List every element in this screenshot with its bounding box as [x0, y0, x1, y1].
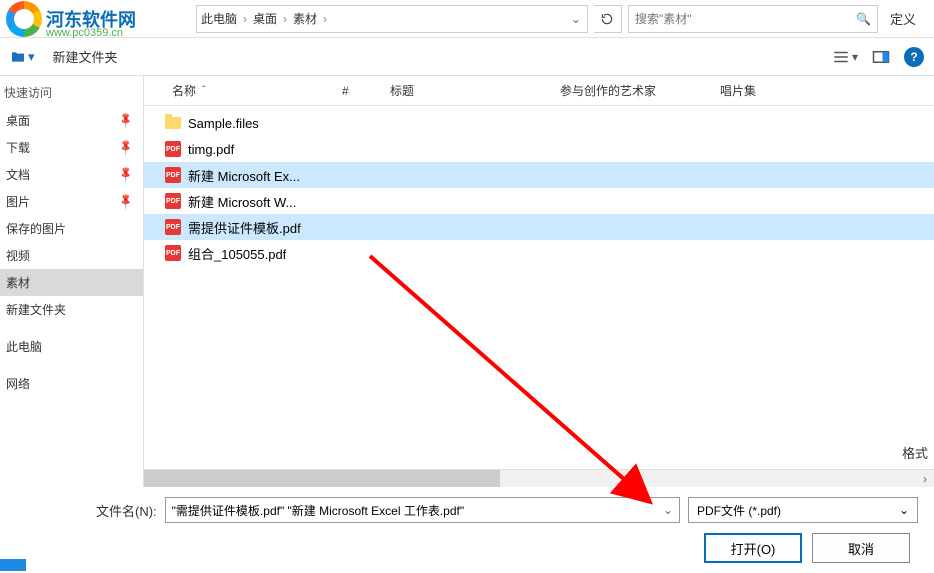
taskbar-fragment	[0, 559, 26, 571]
logo-url: www.pc0359.cn	[46, 27, 123, 39]
sidebar-item-new-folder[interactable]: 新建文件夹	[0, 296, 143, 323]
chevron-right-icon: ›	[321, 12, 329, 26]
filename-input[interactable]: "需提供证件模板.pdf" "新建 Microsoft Excel 工作表.pd…	[165, 497, 680, 523]
address-bar: 河东软件网 www.pc0359.cn 此电脑 › 桌面 › 素材 › ⌄ 🔍 …	[0, 0, 934, 38]
logo-icon	[6, 1, 42, 37]
breadcrumb-item[interactable]: 此电脑	[197, 10, 241, 27]
preview-icon	[872, 50, 890, 64]
pin-icon: 📌	[117, 192, 136, 211]
scrollbar-thumb[interactable]	[144, 470, 500, 487]
file-list: Sample.files PDF timg.pdf PDF 新建 Microsoft E…	[144, 106, 934, 469]
sidebar-item-this-pc[interactable]: 此电脑	[0, 333, 143, 360]
horizontal-scrollbar[interactable]: ›	[144, 469, 934, 487]
column-name[interactable]: 名称ˆ	[164, 82, 334, 99]
new-folder-button[interactable]: 新建文件夹	[53, 47, 118, 66]
column-title[interactable]: 标题	[382, 82, 552, 99]
pin-icon: 📌	[117, 138, 136, 157]
pin-icon: 📌	[117, 165, 136, 184]
file-name: timg.pdf	[188, 142, 234, 157]
file-row[interactable]: PDF timg.pdf	[144, 136, 934, 162]
file-list-panel: 名称ˆ # 标题 参与创作的艺术家 唱片集 Sample.files PDF tim…	[144, 76, 934, 487]
breadcrumb[interactable]: 此电脑 › 桌面 › 素材 › ⌄	[196, 5, 588, 33]
refresh-icon	[600, 12, 614, 26]
organize-menu[interactable]: ▾	[10, 49, 35, 65]
file-name: 需提供证件模板.pdf	[188, 218, 301, 237]
file-name: 新建 Microsoft W...	[188, 192, 296, 211]
folder-icon	[164, 114, 182, 132]
list-icon	[832, 50, 850, 64]
refresh-button[interactable]	[594, 5, 622, 33]
file-name: Sample.files	[188, 116, 259, 131]
file-name: 新建 Microsoft Ex...	[188, 166, 300, 185]
chevron-right-icon: ›	[241, 12, 249, 26]
folder-settings-icon	[10, 49, 26, 65]
sort-asc-icon: ˆ	[202, 85, 205, 96]
file-type-select[interactable]: PDF文件 (*.pdf) ⌄	[688, 497, 918, 523]
breadcrumb-item[interactable]: 桌面	[249, 10, 281, 27]
dialog-footer: 文件名(N): "需提供证件模板.pdf" "新建 Microsoft Exce…	[0, 487, 934, 573]
dropdown-icon[interactable]: ⌄	[565, 12, 587, 26]
pdf-icon: PDF	[164, 192, 182, 210]
sidebar-item-pictures[interactable]: 图片📌	[0, 188, 143, 215]
help-button[interactable]: ?	[904, 47, 924, 67]
sidebar-item-videos[interactable]: 视频	[0, 242, 143, 269]
column-album[interactable]: 唱片集	[712, 82, 812, 99]
chevron-right-icon: ›	[281, 12, 289, 26]
filename-label: 文件名(N):	[16, 501, 157, 520]
file-row[interactable]: PDF 需提供证件模板.pdf	[144, 214, 934, 240]
pdf-icon: PDF	[164, 218, 182, 236]
search-field[interactable]: 🔍	[628, 5, 878, 33]
file-row[interactable]: PDF 组合_105055.pdf	[144, 240, 934, 266]
pdf-icon: PDF	[164, 244, 182, 262]
file-row[interactable]: Sample.files	[144, 110, 934, 136]
site-logo: 河东软件网 www.pc0359.cn	[6, 1, 196, 37]
preview-pane-button[interactable]	[872, 50, 890, 64]
column-number[interactable]: #	[334, 84, 382, 98]
dropdown-icon[interactable]: ⌄	[663, 503, 673, 517]
right-panel-title: 定义	[878, 9, 928, 28]
sidebar-item-saved-pictures[interactable]: 保存的图片	[0, 215, 143, 242]
cancel-button[interactable]: 取消	[812, 533, 910, 563]
file-row[interactable]: PDF 新建 Microsoft Ex...	[144, 162, 934, 188]
sidebar-item-downloads[interactable]: 下载📌	[0, 134, 143, 161]
file-name: 组合_105055.pdf	[188, 244, 286, 263]
pin-icon: 📌	[117, 111, 136, 130]
search-input[interactable]	[635, 12, 856, 26]
sidebar-item-desktop[interactable]: 桌面📌	[0, 107, 143, 134]
sidebar-item-network[interactable]: 网络	[0, 370, 143, 397]
scroll-right-icon[interactable]: ›	[916, 470, 934, 488]
breadcrumb-item[interactable]: 素材	[289, 10, 321, 27]
navigation-sidebar: 快速访问 桌面📌 下载📌 文档📌 图片📌 保存的图片 视频 素材 新建文件夹 此…	[0, 76, 144, 487]
sidebar-item-material[interactable]: 素材	[0, 269, 143, 296]
file-row[interactable]: PDF 新建 Microsoft W...	[144, 188, 934, 214]
view-list-button[interactable]: ▾	[832, 50, 858, 64]
dropdown-icon: ⌄	[899, 503, 909, 517]
open-button[interactable]: 打开(O)	[704, 533, 802, 563]
format-label: 格式	[902, 443, 928, 462]
sidebar-item-documents[interactable]: 文档📌	[0, 161, 143, 188]
column-artist[interactable]: 参与创作的艺术家	[552, 82, 712, 99]
pdf-icon: PDF	[164, 140, 182, 158]
toolbar: ▾ 新建文件夹 ▾ ?	[0, 38, 934, 76]
search-icon: 🔍	[856, 12, 871, 26]
pdf-icon: PDF	[164, 166, 182, 184]
column-headers: 名称ˆ # 标题 参与创作的艺术家 唱片集	[144, 76, 934, 106]
sidebar-quick-access[interactable]: 快速访问	[0, 78, 143, 107]
